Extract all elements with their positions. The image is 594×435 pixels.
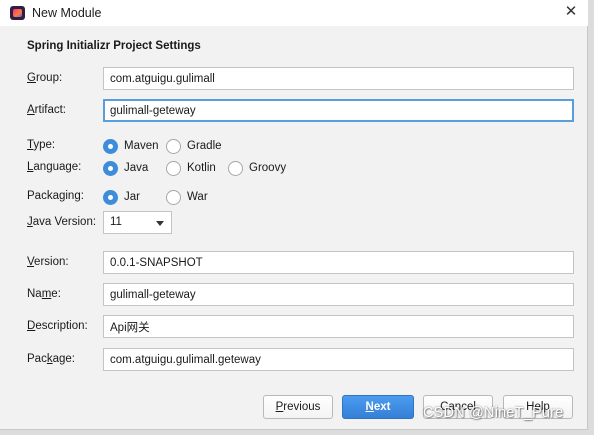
java-version-select[interactable]: 11 <box>103 211 172 234</box>
radio-unselected-icon <box>228 160 243 176</box>
language-label: Language: <box>27 161 82 173</box>
title-bar: New Module ✕ <box>0 0 588 26</box>
java-version-label: Java Version: <box>27 216 97 228</box>
package-field[interactable] <box>103 348 574 371</box>
packaging-war-radio[interactable]: War <box>166 189 208 205</box>
version-field[interactable] <box>103 251 574 274</box>
type-gradle-radio[interactable]: Gradle <box>166 138 222 154</box>
section-title: Spring Initializr Project Settings <box>27 40 201 52</box>
package-label: Package: <box>27 353 75 365</box>
packaging-label: Packaging: <box>27 190 84 202</box>
language-groovy-radio[interactable]: Groovy <box>228 160 286 176</box>
group-label: Group: <box>27 72 63 84</box>
artifact-field[interactable] <box>103 99 574 122</box>
radio-selected-icon <box>103 189 118 205</box>
radio-selected-icon <box>103 160 118 176</box>
name-label: Name: <box>27 288 61 300</box>
language-java-radio[interactable]: Java <box>103 160 148 176</box>
radio-unselected-icon <box>166 189 181 205</box>
language-kotlin-radio[interactable]: Kotlin <box>166 160 216 176</box>
new-module-dialog: New Module ✕ Spring Initializr Project S… <box>0 0 588 430</box>
previous-button[interactable]: Previous <box>263 395 333 419</box>
radio-unselected-icon <box>166 160 181 176</box>
version-label: Version: <box>27 256 69 268</box>
name-field[interactable] <box>103 283 574 306</box>
chevron-down-icon <box>156 221 164 226</box>
close-icon[interactable]: ✕ <box>562 3 580 21</box>
java-version-value: 11 <box>110 216 122 228</box>
csdn-watermark: CSDN @NineT_Pure <box>423 405 564 421</box>
artifact-label: Artifact: <box>27 104 66 116</box>
description-field[interactable] <box>103 315 574 338</box>
description-label: Description: <box>27 320 88 332</box>
next-button[interactable]: Next <box>342 395 414 419</box>
intellij-app-icon <box>10 6 25 20</box>
packaging-jar-radio[interactable]: Jar <box>103 189 140 205</box>
window-title: New Module <box>32 6 102 20</box>
radio-selected-icon <box>103 138 118 154</box>
type-label: Type: <box>27 139 56 151</box>
group-field[interactable] <box>103 67 574 90</box>
radio-unselected-icon <box>166 138 181 154</box>
type-maven-radio[interactable]: Maven <box>103 138 159 154</box>
